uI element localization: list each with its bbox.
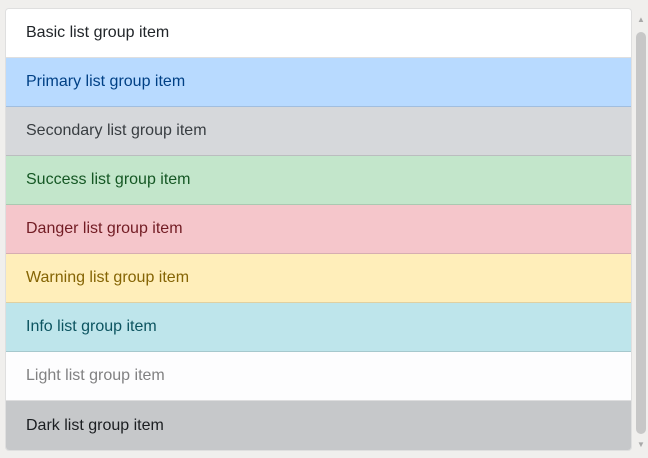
list-item-label: Warning list group item [26, 269, 190, 286]
list-item-success[interactable]: Success list group item [6, 156, 631, 205]
list-group: Basic list group item Primary list group… [5, 8, 632, 451]
list-item-dark[interactable]: Dark list group item [6, 401, 631, 450]
list-item-label: Success list group item [26, 171, 191, 188]
list-item-info[interactable]: Info list group item [6, 303, 631, 352]
list-item-label: Danger list group item [26, 220, 183, 237]
list-item-label: Light list group item [26, 367, 165, 384]
list-item-label: Secondary list group item [26, 122, 207, 139]
list-item-label: Basic list group item [26, 24, 170, 41]
vertical-scrollbar[interactable]: ▲ ▼ [634, 0, 648, 458]
list-item-secondary[interactable]: Secondary list group item [6, 107, 631, 156]
list-item-warning[interactable]: Warning list group item [6, 254, 631, 303]
list-item-primary[interactable]: Primary list group item [6, 58, 631, 107]
page-viewport: Basic list group item Primary list group… [0, 0, 648, 458]
scroll-down-arrow-icon[interactable]: ▼ [634, 437, 648, 453]
list-item-basic[interactable]: Basic list group item [6, 9, 631, 58]
list-item-label: Info list group item [26, 318, 157, 335]
list-item-label: Primary list group item [26, 73, 186, 90]
list-item-light[interactable]: Light list group item [6, 352, 631, 401]
scrollbar-thumb[interactable] [636, 32, 646, 434]
list-item-danger[interactable]: Danger list group item [6, 205, 631, 254]
list-item-label: Dark list group item [26, 416, 164, 434]
scroll-up-arrow-icon[interactable]: ▲ [634, 12, 648, 28]
